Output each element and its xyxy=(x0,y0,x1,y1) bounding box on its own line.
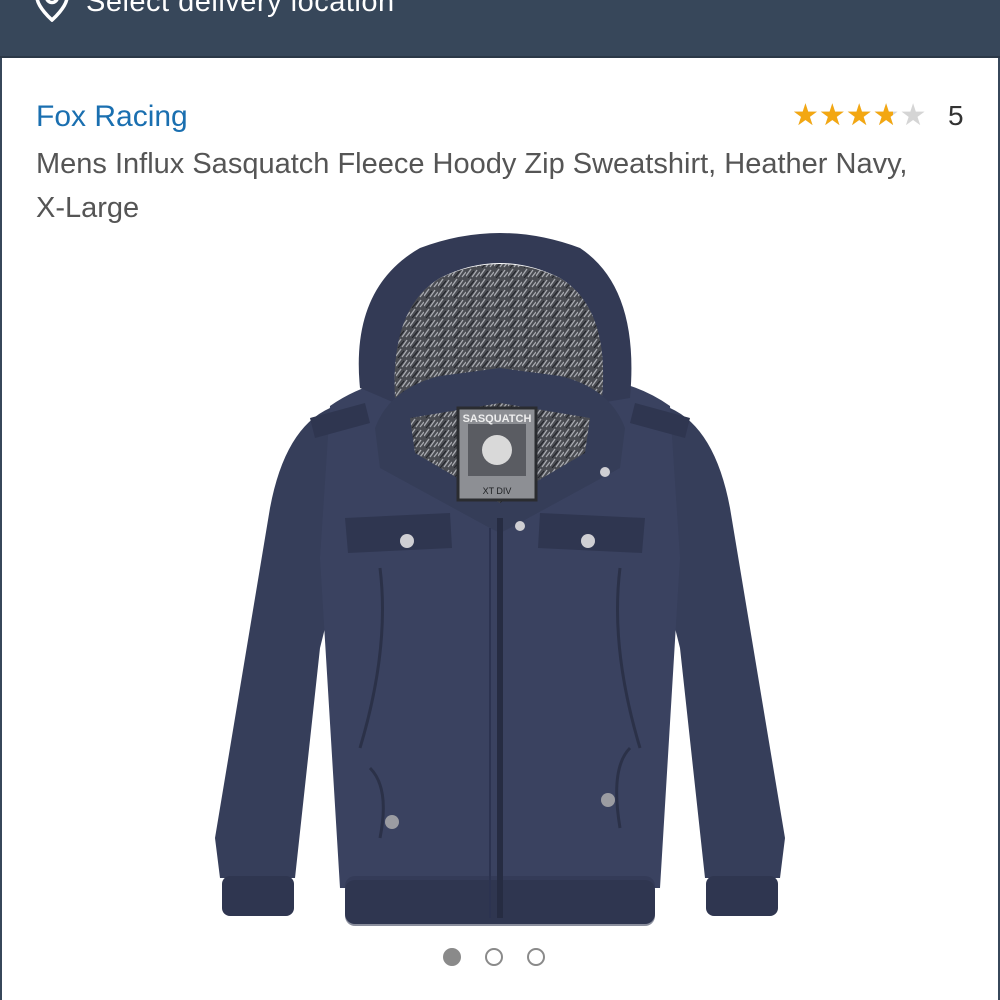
product-image-hoodie[interactable]: SASQUATCH XT DIV xyxy=(200,228,800,948)
star-rating-filled-icon: ★★★★★ xyxy=(792,101,893,131)
carousel-dot[interactable] xyxy=(485,948,503,966)
image-carousel-indicator[interactable] xyxy=(443,948,545,966)
star-rating: ★★★★★ ★★★★★ xyxy=(792,101,936,131)
tag-brand-text: SASQUATCH xyxy=(463,413,532,425)
product-title: Mens Influx Sasquatch Fleece Hoody Zip S… xyxy=(36,148,908,224)
brand-link[interactable]: Fox Racing xyxy=(36,100,188,134)
rating-count[interactable]: 5 xyxy=(948,100,964,132)
location-pin-icon xyxy=(35,0,69,22)
top-navigation-bar[interactable]: Select delivery location xyxy=(0,0,1000,58)
carousel-dot[interactable] xyxy=(527,948,545,966)
rating-summary[interactable]: ★★★★★ ★★★★★ 5 xyxy=(792,100,964,132)
carousel-dot[interactable] xyxy=(443,948,461,966)
tag-bottom-text: XT DIV xyxy=(483,486,512,496)
delivery-location-text[interactable]: Select delivery location xyxy=(86,0,395,19)
